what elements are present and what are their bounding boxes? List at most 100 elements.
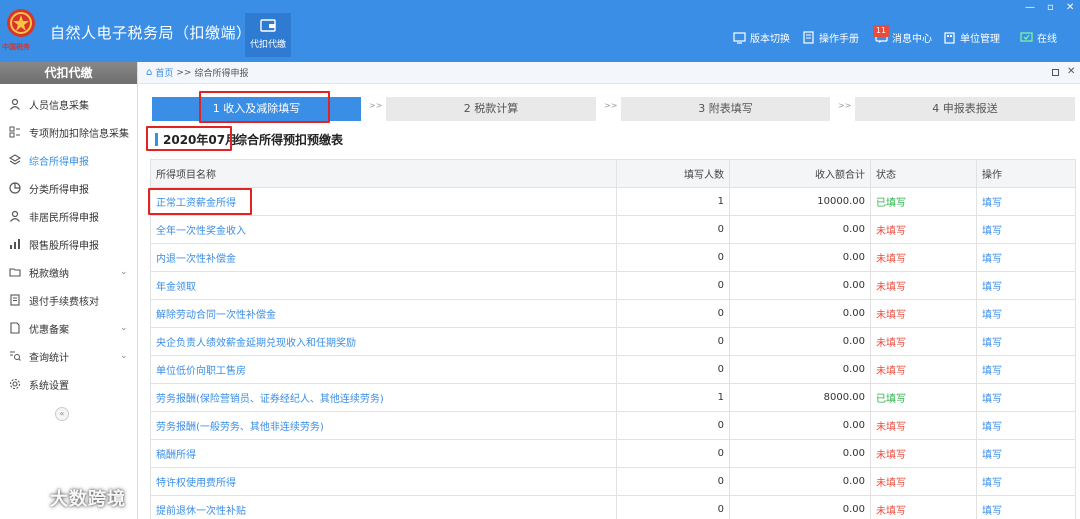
- income-item-link[interactable]: 全年一次性奖金收入: [150, 215, 617, 244]
- fill-link[interactable]: 填写: [976, 439, 1076, 468]
- table-row: 全年一次性奖金收入 0 0.00 未填写 填写: [150, 215, 1076, 244]
- fill-link[interactable]: 填写: [976, 243, 1076, 272]
- col-header-operation: 操作: [976, 159, 1076, 188]
- breadcrumb-home[interactable]: 首页: [155, 66, 173, 79]
- fill-status: 未填写: [870, 327, 977, 356]
- close-button[interactable]: ✕: [1066, 2, 1074, 13]
- online-icon: [1020, 32, 1033, 42]
- income-item-link[interactable]: 解除劳动合同一次性补偿金: [150, 299, 617, 328]
- sidebar: 代扣代缴 人员信息采集 专项附加扣除信息采集 综合所得申报 分类所得申报 非居民…: [0, 62, 138, 519]
- income-total: 0.00: [729, 299, 871, 328]
- watermark-logo: [11, 487, 36, 504]
- minimize-button[interactable]: —: [1025, 2, 1035, 13]
- step-submit[interactable]: 4 申报表报送: [855, 97, 1075, 121]
- table-row: 特许权使用费所得 0 0.00 未填写 填写: [150, 467, 1076, 496]
- table-header-row: 所得项目名称 填写人数 收入额合计 状态 操作: [150, 159, 1076, 188]
- restore-panel-icon[interactable]: [1052, 69, 1059, 76]
- table-row: 稿酬所得 0 0.00 未填写 填写: [150, 439, 1076, 468]
- income-table: 所得项目名称 填写人数 收入额合计 状态 操作 正常工资薪金所得 1 10000.0…: [150, 159, 1076, 519]
- message-center-label: 消息中心: [892, 34, 932, 45]
- table-row: 提前退休一次性补贴 0 0.00 未填写 填写: [150, 495, 1076, 519]
- income-item-link[interactable]: 单位低价向职工售房: [150, 355, 617, 384]
- sidebar-title: 代扣代缴: [0, 62, 137, 84]
- sidebar-item-tax-payment[interactable]: 税款缴纳 ⌄: [0, 262, 137, 282]
- sidebar-item-label: 综合所得申报: [29, 156, 89, 168]
- sidebar-item-comprehensive-income[interactable]: 综合所得申报: [0, 150, 137, 170]
- filled-count: 0: [616, 243, 730, 272]
- sidebar-item-label: 退付手续费核对: [29, 296, 99, 308]
- income-item-link[interactable]: 提前退休一次性补贴: [150, 495, 617, 519]
- fill-status: 未填写: [870, 411, 977, 440]
- step-income-deduction[interactable]: 1 收入及减除填写: [152, 97, 361, 121]
- fill-link[interactable]: 填写: [976, 271, 1076, 300]
- income-item-link[interactable]: 年金领取: [150, 271, 617, 300]
- income-total: 0.00: [729, 243, 871, 272]
- fill-status: 未填写: [870, 467, 977, 496]
- sidebar-item-label: 税款缴纳: [29, 268, 69, 280]
- sidebar-item-label: 优惠备案: [29, 324, 69, 336]
- income-item-link[interactable]: 正常工资薪金所得: [150, 187, 617, 216]
- sidebar-item-label: 限售股所得申报: [29, 240, 99, 252]
- unit-management-button[interactable]: 单位管理: [943, 30, 1000, 45]
- sidebar-item-label: 分类所得申报: [29, 184, 89, 196]
- fill-link[interactable]: 填写: [976, 411, 1076, 440]
- list-icon: [9, 126, 20, 138]
- sidebar-item-refund-fee[interactable]: 退付手续费核对: [0, 290, 137, 310]
- layers-icon: [9, 154, 21, 165]
- fill-link[interactable]: 填写: [976, 383, 1076, 412]
- income-item-link[interactable]: 特许权使用费所得: [150, 467, 617, 496]
- wallet-icon: [260, 19, 276, 32]
- sidebar-item-query-stats[interactable]: 查询统计 ⌄: [0, 346, 137, 366]
- book-icon: [803, 31, 814, 44]
- sidebar-item-special-deduction[interactable]: 专项附加扣除信息采集: [0, 122, 137, 142]
- manual-button[interactable]: 操作手册: [802, 30, 859, 45]
- fill-status: 未填写: [870, 439, 977, 468]
- income-total: 0.00: [729, 215, 871, 244]
- fill-status: 已填写: [870, 383, 977, 412]
- fill-link[interactable]: 填写: [976, 215, 1076, 244]
- search-list-icon: [10, 351, 21, 361]
- module-tab-label: 代扣代缴: [249, 40, 286, 50]
- online-status[interactable]: 在线: [1020, 30, 1057, 45]
- sidebar-item-person-info[interactable]: 人员信息采集: [0, 94, 137, 114]
- col-header-status: 状态: [870, 159, 977, 188]
- folder-icon: [9, 268, 21, 277]
- period-marker: [155, 133, 158, 146]
- restore-button[interactable]: ▫: [1047, 2, 1054, 13]
- sidebar-item-restricted-shares[interactable]: 限售股所得申报: [0, 234, 137, 254]
- sidebar-item-label: 查询统计: [29, 352, 69, 364]
- fill-link[interactable]: 填写: [976, 495, 1076, 519]
- breadcrumb-current: 综合所得申报: [194, 69, 249, 79]
- step-attachment[interactable]: 3 附表填写: [621, 97, 830, 121]
- module-tab-withholding[interactable]: 代扣代缴: [245, 13, 291, 57]
- filled-count: 0: [616, 271, 730, 300]
- fill-link[interactable]: 填写: [976, 299, 1076, 328]
- filled-count: 0: [616, 439, 730, 468]
- sidebar-item-classified-income[interactable]: 分类所得申报: [0, 178, 137, 198]
- version-switch-button[interactable]: 版本切换: [733, 30, 790, 45]
- fill-link[interactable]: 填写: [976, 467, 1076, 496]
- filled-count: 0: [616, 215, 730, 244]
- switch-icon: [733, 32, 746, 44]
- step-tax-calculation[interactable]: 2 税款计算: [386, 97, 596, 121]
- fill-status: 未填写: [870, 215, 977, 244]
- income-item-link[interactable]: 内退一次性补偿金: [150, 243, 617, 272]
- income-total: 10000.00: [729, 187, 871, 216]
- sidebar-item-nonresident-income[interactable]: 非居民所得申报: [0, 206, 137, 226]
- fill-link[interactable]: 填写: [976, 327, 1076, 356]
- sidebar-collapse-button[interactable]: «: [55, 407, 69, 421]
- income-item-link[interactable]: 稿酬所得: [150, 439, 617, 468]
- table-row: 单位低价向职工售房 0 0.00 未填写 填写: [150, 355, 1076, 384]
- income-item-link[interactable]: 劳务报酬(保险营销员、证券经纪人、其他连续劳务): [150, 383, 617, 412]
- person-icon: [10, 210, 20, 222]
- sidebar-item-system-settings[interactable]: 系统设置: [0, 374, 137, 394]
- sidebar-item-preferential-filing[interactable]: 优惠备案 ⌄: [0, 318, 137, 338]
- tax-period[interactable]: 2020年07月: [155, 131, 237, 148]
- bar-chart-icon: [10, 239, 20, 249]
- close-panel-icon[interactable]: ✕: [1067, 66, 1075, 77]
- fill-link[interactable]: 填写: [976, 187, 1076, 216]
- income-item-link[interactable]: 央企负责人绩效薪金延期兑现收入和任期奖励: [150, 327, 617, 356]
- logo-text: 中国税务: [2, 43, 30, 51]
- income-item-link[interactable]: 劳务报酬(一般劳务、其他非连续劳务): [150, 411, 617, 440]
- fill-link[interactable]: 填写: [976, 355, 1076, 384]
